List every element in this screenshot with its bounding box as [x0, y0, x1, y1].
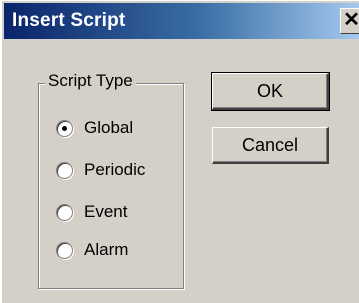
- radio-label-periodic: Periodic: [84, 160, 146, 179]
- radio-label-alarm: Alarm: [84, 240, 129, 259]
- close-icon: ✕: [343, 9, 359, 31]
- radio-periodic[interactable]: Periodic: [56, 157, 145, 183]
- radio-event[interactable]: Event: [56, 199, 127, 225]
- radio-unselected-icon[interactable]: [56, 203, 73, 221]
- insert-script-dialog: Insert Script ✕ Script Type Global Perio…: [0, 0, 359, 303]
- title-bar: Insert Script ✕: [4, 3, 359, 39]
- radio-label-event: Event: [84, 202, 128, 221]
- radio-selected-icon[interactable]: [56, 119, 73, 137]
- ok-button[interactable]: OK: [211, 72, 330, 111]
- cancel-button[interactable]: Cancel: [212, 127, 329, 164]
- radio-global[interactable]: Global: [56, 115, 133, 141]
- dialog-title: Insert Script: [12, 10, 126, 31]
- radio-alarm[interactable]: Alarm: [56, 237, 128, 263]
- script-type-label: Script Type: [45, 71, 136, 91]
- radio-unselected-icon[interactable]: [56, 161, 73, 179]
- radio-label-global: Global: [84, 118, 134, 137]
- close-button[interactable]: ✕: [340, 8, 359, 34]
- radio-unselected-icon[interactable]: [56, 241, 73, 259]
